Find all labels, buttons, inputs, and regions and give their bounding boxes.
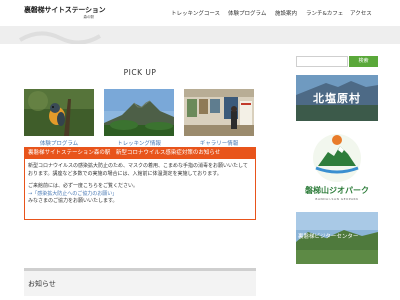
nav-trekking-course[interactable]: トレッキングコース bbox=[171, 10, 220, 18]
gallery-photo bbox=[184, 89, 254, 136]
site-header: 裏磐梯サイトステーション 森の駅 トレッキングコース 体験プログラム 施設案内 … bbox=[0, 0, 400, 26]
kitashiobara-label: 北塩原村 bbox=[313, 92, 361, 105]
covid-notice: 裏磐梯サイトステーション森の駅 新型コロナウイルス感染症対策のお知らせ 新型コロ… bbox=[24, 147, 256, 220]
notice-body: 新型コロナウイルスの感染拡大防止のため、マスクの着用、こまめな手指の消毒をお願い… bbox=[25, 159, 255, 206]
geopark-subtitle: BANDAI-SAN GEOPARK bbox=[315, 197, 359, 201]
visitor-center-label: 裏磐梯ビジターセンター bbox=[298, 234, 359, 240]
nav-lunch-cafe[interactable]: ランチ&カフェ bbox=[306, 10, 343, 18]
nav-experience-program[interactable]: 体験プログラム bbox=[228, 10, 266, 18]
notice-title: 裏磐梯サイトステーション森の駅 新型コロナウイルス感染症対策のお知らせ bbox=[25, 148, 255, 159]
pickup-heading: PICK UP bbox=[123, 68, 157, 77]
notice-text: 新型コロナウイルスの感染拡大防止のため、マスクの着用、こまめな手指の消毒をお願い… bbox=[28, 163, 248, 169]
nav-facility-guide[interactable]: 施設案内 bbox=[275, 10, 297, 18]
pickup-card-experience[interactable]: 体験プログラム bbox=[24, 89, 94, 149]
notice-text: ご来館前には、必ず一度こちらをご覧ください。 bbox=[28, 183, 139, 189]
notice-text: おります。講座など多数での実施の場合には、入館前に体温測定を実施しております。 bbox=[28, 170, 222, 177]
pickup-card-gallery[interactable]: ギャラリー情報 bbox=[184, 89, 254, 149]
notice-link[interactable]: →「感染拡大防止へのご協力のお願い」 bbox=[28, 191, 252, 199]
kitashiobara-banner[interactable]: 北塩原村 bbox=[296, 75, 378, 121]
news-section: お知らせ bbox=[24, 268, 256, 296]
mountain-photo bbox=[104, 89, 174, 136]
geopark-logo bbox=[313, 134, 361, 182]
search-bar: 検索 bbox=[296, 56, 378, 67]
visitor-center-banner[interactable]: 裏磐梯ビジターセンター bbox=[296, 212, 378, 264]
news-heading: お知らせ bbox=[28, 280, 56, 288]
hero-banner bbox=[0, 26, 400, 44]
search-button[interactable]: 検索 bbox=[349, 56, 378, 67]
sidebar: 検索 北塩原村 磐梯山ジオパーク BANDAI-SAN GEOPARK 裏磐梯ビ… bbox=[296, 44, 378, 300]
bird-photo bbox=[24, 89, 94, 136]
search-input[interactable] bbox=[296, 56, 348, 67]
pickup-card-trekking[interactable]: トレッキング情報 bbox=[104, 89, 174, 149]
nav-access[interactable]: アクセス bbox=[350, 10, 372, 18]
main-nav: トレッキングコース 体験プログラム 施設案内 ランチ&カフェ アクセス bbox=[0, 10, 400, 20]
notice-text: みなさまのご協力をお願いいたします。 bbox=[28, 198, 118, 204]
geopark-banner[interactable]: 磐梯山ジオパーク BANDAI-SAN GEOPARK bbox=[296, 128, 378, 208]
hero-decoration bbox=[0, 26, 400, 44]
geopark-name: 磐梯山ジオパーク bbox=[305, 186, 369, 195]
